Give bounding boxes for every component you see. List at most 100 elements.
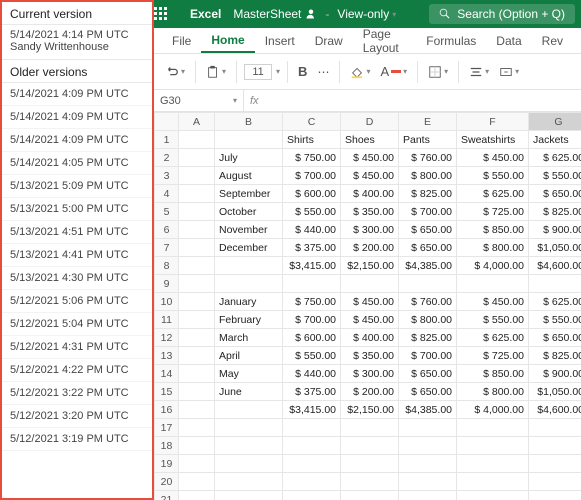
cell[interactable]: $ 400.00	[341, 329, 399, 347]
cell[interactable]: $ 700.00	[399, 347, 457, 365]
cell[interactable]: April	[215, 347, 283, 365]
cell[interactable]	[215, 437, 283, 455]
cell[interactable]: $4,385.00	[399, 257, 457, 275]
cell[interactable]: $ 825.00	[529, 347, 581, 365]
cell[interactable]	[179, 239, 215, 257]
cell[interactable]: August	[215, 167, 283, 185]
cell[interactable]: November	[215, 221, 283, 239]
cell[interactable]: $ 450.00	[341, 149, 399, 167]
cell[interactable]: $ 650.00	[529, 185, 581, 203]
version-entry[interactable]: 5/13/2021 5:00 PM UTC	[2, 198, 152, 221]
cell[interactable]	[341, 419, 399, 437]
cell[interactable]	[529, 473, 581, 491]
cell[interactable]: $ 440.00	[283, 221, 341, 239]
cell[interactable]: $ 440.00	[283, 365, 341, 383]
version-entry[interactable]: 5/12/2021 5:04 PM UTC	[2, 313, 152, 336]
row-header[interactable]: 14	[155, 365, 179, 383]
version-entry[interactable]: 5/14/2021 4:09 PM UTC	[2, 129, 152, 152]
cell[interactable]	[529, 275, 581, 293]
cell[interactable]	[283, 437, 341, 455]
cell[interactable]: $ 650.00	[529, 329, 581, 347]
cell[interactable]	[457, 419, 529, 437]
cell[interactable]: $ 550.00	[529, 311, 581, 329]
version-entry[interactable]: 5/13/2021 4:51 PM UTC	[2, 221, 152, 244]
row-header[interactable]: 2	[155, 149, 179, 167]
row-header[interactable]: 13	[155, 347, 179, 365]
col-header-C[interactable]: C	[283, 113, 341, 131]
cell[interactable]: $ 625.00	[457, 185, 529, 203]
cell[interactable]	[399, 419, 457, 437]
cell[interactable]: $ 760.00	[399, 293, 457, 311]
cell[interactable]	[179, 455, 215, 473]
version-entry[interactable]: 5/12/2021 5:06 PM UTC	[2, 290, 152, 313]
cell[interactable]: Shirts	[283, 131, 341, 149]
align-center-button[interactable]: ▾	[466, 63, 492, 81]
cell[interactable]	[215, 401, 283, 419]
row-header[interactable]: 15	[155, 383, 179, 401]
cell[interactable]: $ 625.00	[529, 293, 581, 311]
cell[interactable]: $ 550.00	[457, 167, 529, 185]
cell[interactable]	[179, 347, 215, 365]
cell[interactable]: $ 450.00	[457, 293, 529, 311]
cell[interactable]	[179, 257, 215, 275]
cell[interactable]: Jackets	[529, 131, 581, 149]
version-entry[interactable]: 5/12/2021 3:20 PM UTC	[2, 405, 152, 428]
cell[interactable]	[399, 473, 457, 491]
cell[interactable]	[179, 365, 215, 383]
cell[interactable]: Sweatshirts	[457, 131, 529, 149]
cell[interactable]: $ 750.00	[283, 293, 341, 311]
cell[interactable]: $ 850.00	[457, 221, 529, 239]
cell[interactable]: $ 550.00	[283, 203, 341, 221]
cell[interactable]: $ 450.00	[341, 311, 399, 329]
cell[interactable]: $ 800.00	[457, 383, 529, 401]
cell[interactable]	[283, 455, 341, 473]
cell[interactable]: $ 400.00	[341, 185, 399, 203]
version-entry[interactable]: 5/13/2021 4:41 PM UTC	[2, 244, 152, 267]
cell[interactable]	[341, 491, 399, 500]
cell[interactable]: $ 450.00	[341, 293, 399, 311]
version-entry[interactable]: 5/12/2021 3:22 PM UTC	[2, 382, 152, 405]
cell[interactable]	[179, 185, 215, 203]
row-header[interactable]: 3	[155, 167, 179, 185]
font-size-box[interactable]: 11	[244, 64, 272, 80]
name-box[interactable]: G30 ▾	[154, 90, 244, 111]
cell[interactable]: $3,415.00	[283, 401, 341, 419]
paste-button[interactable]: ▾	[203, 63, 229, 81]
cell[interactable]: $ 300.00	[341, 365, 399, 383]
cell[interactable]: $ 4,000.00	[457, 401, 529, 419]
current-version-entry[interactable]: 5/14/2021 4:14 PM UTC Sandy Writtenhouse	[2, 25, 152, 60]
cell[interactable]	[215, 473, 283, 491]
tab-draw[interactable]: Draw	[305, 28, 353, 53]
cell[interactable]: $ 650.00	[399, 221, 457, 239]
cell[interactable]: $2,150.00	[341, 401, 399, 419]
row-header[interactable]: 18	[155, 437, 179, 455]
version-entry[interactable]: 5/14/2021 4:09 PM UTC	[2, 83, 152, 106]
cell[interactable]: $ 750.00	[283, 149, 341, 167]
cell[interactable]	[457, 491, 529, 500]
row-header[interactable]: 1	[155, 131, 179, 149]
cell[interactable]: $ 650.00	[399, 383, 457, 401]
cell[interactable]: $ 350.00	[341, 347, 399, 365]
search-box[interactable]: Search (Option + Q)	[429, 4, 575, 24]
cell[interactable]	[179, 491, 215, 500]
cell[interactable]	[179, 203, 215, 221]
cell[interactable]: $ 450.00	[457, 149, 529, 167]
cell[interactable]	[283, 275, 341, 293]
cell[interactable]	[283, 473, 341, 491]
cell[interactable]: June	[215, 383, 283, 401]
cell[interactable]: $ 450.00	[341, 167, 399, 185]
tab-formulas[interactable]: Formulas	[416, 28, 486, 53]
borders-button[interactable]: ▾	[425, 63, 451, 81]
row-header[interactable]: 17	[155, 419, 179, 437]
cell[interactable]: $ 650.00	[399, 239, 457, 257]
cell[interactable]: $ 350.00	[341, 203, 399, 221]
cell[interactable]: $4,600.00	[529, 257, 581, 275]
row-header[interactable]: 19	[155, 455, 179, 473]
cell[interactable]	[179, 293, 215, 311]
cell[interactable]	[341, 437, 399, 455]
cell[interactable]	[457, 473, 529, 491]
col-header-F[interactable]: F	[457, 113, 529, 131]
cell[interactable]	[457, 437, 529, 455]
cell[interactable]: $ 800.00	[457, 239, 529, 257]
cell[interactable]: $ 375.00	[283, 239, 341, 257]
